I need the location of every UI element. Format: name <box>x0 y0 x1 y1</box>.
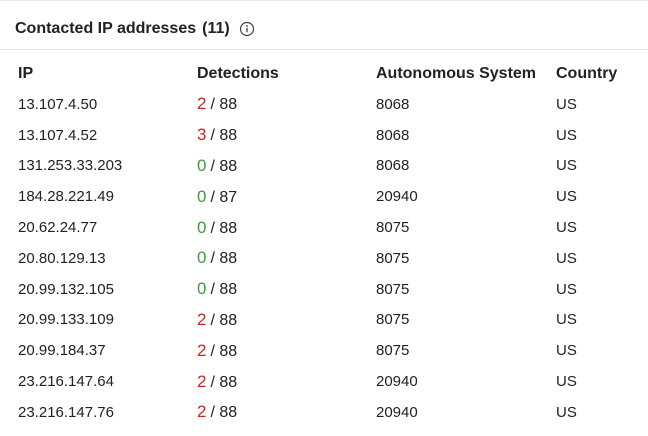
autonomous-system-cell: 8075 <box>376 311 410 329</box>
detections-count: 0 <box>197 248 207 268</box>
table-row[interactable]: 20.99.184.37 2/ 88 8075 US <box>0 335 648 366</box>
detections-total: / 88 <box>210 96 238 114</box>
ip-address-link[interactable]: 131.253.33.203 <box>0 151 197 182</box>
detections-cell: 2/ 88 <box>197 335 376 366</box>
country-cell: US <box>556 95 577 113</box>
country-cell: US <box>556 311 577 329</box>
ip-address-link[interactable]: 184.28.221.49 <box>0 181 197 212</box>
detections-cell: 2/ 88 <box>197 397 376 428</box>
ip-table: IP Detections Autonomous System Country … <box>0 59 648 428</box>
detections-count: 2 <box>197 340 207 360</box>
ip-address-link[interactable]: 13.107.4.52 <box>0 120 197 151</box>
detections-count: 0 <box>197 217 207 237</box>
column-header-ip[interactable]: IP <box>0 59 197 89</box>
detections-cell: 0/ 88 <box>197 151 376 182</box>
autonomous-system-cell: 8068 <box>376 126 410 144</box>
section-title: Contacted IP addresses <box>15 19 197 37</box>
ip-address-link[interactable]: 20.62.24.77 <box>0 212 197 243</box>
country-cell: US <box>556 188 577 206</box>
detections-total: / 88 <box>210 250 238 268</box>
detections-count: 3 <box>197 125 207 145</box>
autonomous-system-cell: 8075 <box>376 219 410 237</box>
ip-address-link[interactable]: 23.216.147.64 <box>0 366 197 397</box>
autonomous-system-cell: 8075 <box>376 280 410 298</box>
country-cell: US <box>556 373 577 391</box>
detections-count: 2 <box>197 371 207 391</box>
detections-cell: 0/ 87 <box>197 181 376 212</box>
detections-cell: 3/ 88 <box>197 120 376 151</box>
detections-total: / 88 <box>210 342 238 360</box>
contacted-ip-card: Contacted IP addresses (11) IP Detection… <box>0 0 648 436</box>
detections-total: / 88 <box>210 281 238 299</box>
ip-table-body: 13.107.4.50 2/ 88 8068 US 13.107.4.52 3/ 88 80… <box>0 89 648 428</box>
section-count: (11) <box>202 19 230 37</box>
detections-total: / 88 <box>210 157 238 175</box>
table-row[interactable]: 20.62.24.77 0/ 88 8075 US <box>0 212 648 243</box>
column-header-autonomous-system[interactable]: Autonomous System <box>376 59 556 89</box>
ip-address-link[interactable]: 20.99.184.37 <box>0 335 197 366</box>
country-cell: US <box>556 219 577 237</box>
detections-total: / 87 <box>210 188 238 206</box>
detections-total: / 88 <box>210 404 238 422</box>
autonomous-system-cell: 8068 <box>376 157 410 175</box>
table-row[interactable]: 131.253.33.203 0/ 88 8068 US <box>0 151 648 182</box>
column-header-detections[interactable]: Detections <box>197 59 376 89</box>
autonomous-system-cell: 20940 <box>376 188 418 206</box>
detections-count: 2 <box>197 309 207 329</box>
ip-address-link[interactable]: 20.99.133.109 <box>0 305 197 336</box>
table-header-row: IP Detections Autonomous System Country <box>0 59 648 89</box>
detections-count: 0 <box>197 279 207 299</box>
detections-total: / 88 <box>210 373 238 391</box>
table-row[interactable]: 13.107.4.50 2/ 88 8068 US <box>0 89 648 120</box>
country-cell: US <box>556 126 577 144</box>
table-row[interactable]: 184.28.221.49 0/ 87 20940 US <box>0 181 648 212</box>
detections-cell: 0/ 88 <box>197 243 376 274</box>
detections-cell: 2/ 88 <box>197 89 376 120</box>
ip-address-link[interactable]: 23.216.147.76 <box>0 397 197 428</box>
detections-total: / 88 <box>210 127 238 145</box>
ip-address-link[interactable]: 13.107.4.50 <box>0 89 197 120</box>
detections-total: / 88 <box>210 311 238 329</box>
section-header: Contacted IP addresses (11) <box>0 8 648 50</box>
country-cell: US <box>556 403 577 421</box>
detections-count: 2 <box>197 94 207 114</box>
detections-count: 0 <box>197 155 207 175</box>
column-header-country[interactable]: Country <box>556 59 648 89</box>
country-cell: US <box>556 157 577 175</box>
table-row[interactable]: 23.216.147.76 2/ 88 20940 US <box>0 397 648 428</box>
country-cell: US <box>556 280 577 298</box>
detections-cell: 2/ 88 <box>197 305 376 336</box>
table-row[interactable]: 20.99.133.109 2/ 88 8075 US <box>0 305 648 336</box>
table-row[interactable]: 20.99.132.105 0/ 88 8075 US <box>0 274 648 305</box>
table-row[interactable]: 23.216.147.64 2/ 88 20940 US <box>0 366 648 397</box>
autonomous-system-cell: 8075 <box>376 249 410 267</box>
detections-cell: 0/ 88 <box>197 274 376 305</box>
table-row[interactable]: 13.107.4.52 3/ 88 8068 US <box>0 120 648 151</box>
ip-address-link[interactable]: 20.80.129.13 <box>0 243 197 274</box>
detections-count: 0 <box>197 186 207 206</box>
country-cell: US <box>556 249 577 267</box>
autonomous-system-cell: 8075 <box>376 342 410 360</box>
ip-address-link[interactable]: 20.99.132.105 <box>0 274 197 305</box>
info-icon[interactable] <box>239 21 255 37</box>
detections-cell: 2/ 88 <box>197 366 376 397</box>
autonomous-system-cell: 8068 <box>376 95 410 113</box>
country-cell: US <box>556 342 577 360</box>
detections-cell: 0/ 88 <box>197 212 376 243</box>
detections-total: / 88 <box>210 219 238 237</box>
autonomous-system-cell: 20940 <box>376 373 418 391</box>
detections-count: 2 <box>197 402 207 422</box>
table-row[interactable]: 20.80.129.13 0/ 88 8075 US <box>0 243 648 274</box>
autonomous-system-cell: 20940 <box>376 403 418 421</box>
